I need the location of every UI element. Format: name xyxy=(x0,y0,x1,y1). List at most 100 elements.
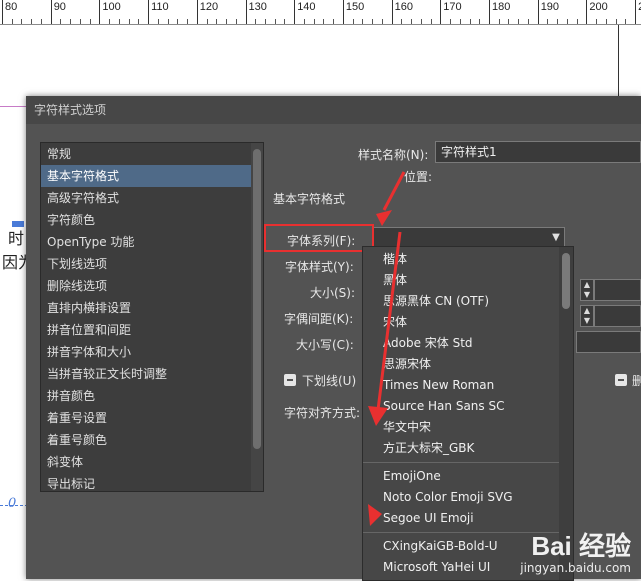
leading-input[interactable] xyxy=(594,279,641,301)
ruler-label: 190 xyxy=(540,1,560,13)
size-stepper[interactable]: ▲ ▼ xyxy=(580,279,594,301)
ruler-label: 170 xyxy=(443,1,462,13)
dialog-title: 字符样式选项 xyxy=(34,103,107,117)
ruler-label: 110 xyxy=(151,1,169,13)
ruler-minor-tick xyxy=(566,19,568,24)
category-item[interactable]: 着重号颜色 xyxy=(41,429,263,451)
baidu-logo: Bai 经验 xyxy=(531,531,631,561)
position-select[interactable] xyxy=(576,331,641,353)
scrollbar-thumb[interactable] xyxy=(253,149,261,449)
ruler-minor-tick xyxy=(508,19,510,24)
ruler-minor-tick xyxy=(498,19,500,24)
ruler-minor-tick xyxy=(206,19,208,24)
chevron-down-icon[interactable]: ▼ xyxy=(548,228,564,248)
font-option[interactable]: EmojiOne xyxy=(363,466,573,487)
ruler-label: 120 xyxy=(199,1,219,13)
ruler-label: 90 xyxy=(53,1,66,13)
ruler-minor-tick xyxy=(89,19,91,24)
category-item[interactable]: 常规 xyxy=(41,143,263,165)
ruler-minor-tick xyxy=(362,19,364,24)
ruler-minor-tick xyxy=(187,19,189,24)
ruler-minor-tick xyxy=(274,19,276,24)
font-style-label: 字体样式(Y): xyxy=(285,260,354,274)
annotation-arrow-1 xyxy=(376,171,406,226)
ruler-minor-tick xyxy=(323,19,325,24)
dialog-title-bar[interactable]: 字符样式选项 xyxy=(26,96,641,124)
ruler-minor-tick xyxy=(333,19,335,24)
category-item[interactable]: 当拼音较正文长时调整 xyxy=(41,363,263,385)
strikethrough-checkbox[interactable] xyxy=(615,374,627,386)
ruler-minor-tick xyxy=(79,19,81,24)
kerning-label: 字偶间距(K): xyxy=(284,312,354,326)
baidu-watermark: Bai 经验 jingyan.baidu.com xyxy=(520,526,631,575)
category-item[interactable]: 拼音字体和大小 xyxy=(41,341,263,363)
category-item[interactable]: 斜变体 xyxy=(41,451,263,473)
ruler-major-tick xyxy=(489,0,490,24)
ruler-minor-tick xyxy=(605,19,607,24)
ruler-minor-tick xyxy=(557,19,559,24)
ruler-minor-tick xyxy=(60,19,62,24)
ruler-minor-tick xyxy=(226,19,228,24)
ruler-minor-tick xyxy=(11,19,13,24)
category-item[interactable]: 拼音颜色 xyxy=(41,385,263,407)
underline-checkbox[interactable] xyxy=(284,374,296,386)
tracking-stepper[interactable]: ▲ ▼ xyxy=(580,305,594,327)
tracking-input[interactable] xyxy=(594,305,641,327)
ruler-major-tick xyxy=(586,0,588,24)
watermark-url: jingyan.baidu.com xyxy=(520,561,631,575)
ruler-label: 100 xyxy=(102,1,121,13)
ruler-minor-tick xyxy=(40,19,42,24)
ruler-minor-tick xyxy=(264,19,266,24)
ruler-minor-tick xyxy=(459,19,461,24)
category-item[interactable]: 拼音位置和间距 xyxy=(41,319,263,341)
ruler-minor-tick xyxy=(167,19,169,24)
ruler-minor-tick xyxy=(518,19,520,24)
section-title: 基本字符格式 xyxy=(273,192,346,206)
category-item[interactable]: OpenType 功能 xyxy=(41,231,263,253)
ruler-minor-tick xyxy=(177,19,179,24)
ruler-label: 180 xyxy=(492,1,511,13)
ruler-label: 150 xyxy=(345,1,365,13)
ruler-minor-tick xyxy=(31,19,33,24)
ruler-minor-tick xyxy=(527,19,529,24)
ruler-label: 200 xyxy=(589,1,608,13)
ruler-major-tick xyxy=(294,0,296,24)
ruler-minor-tick xyxy=(216,19,218,24)
ruler-minor-tick xyxy=(255,19,257,24)
category-item[interactable]: 直排内横排设置 xyxy=(41,297,263,319)
ruler-major-tick xyxy=(196,0,198,24)
ruler-minor-tick xyxy=(479,19,481,24)
ruler-minor-tick xyxy=(372,19,374,24)
style-name-input[interactable]: 字符样式1 xyxy=(435,141,641,163)
dropdown-scrollbar-thumb[interactable] xyxy=(562,253,570,309)
category-item[interactable]: 基本字符格式 xyxy=(41,165,263,187)
ruler-minor-tick xyxy=(420,19,422,24)
ruler-minor-tick xyxy=(303,19,305,24)
ruler-minor-tick xyxy=(70,19,72,24)
category-item[interactable]: 高级字符格式 xyxy=(41,187,263,209)
category-list-scrollbar[interactable] xyxy=(251,143,263,491)
underline-label: 下划线(U) xyxy=(302,374,357,388)
ruler-minor-tick xyxy=(469,19,471,24)
category-item[interactable]: 下划线选项 xyxy=(41,253,263,275)
category-list[interactable]: 常规 基本字符格式 高级字符格式 字符颜色 OpenType 功能 下划线选项 删除线选项直… xyxy=(40,142,264,492)
ruler-minor-tick xyxy=(118,19,120,24)
category-item[interactable]: 字符颜色 xyxy=(41,209,263,231)
category-item[interactable]: 着重号设置 xyxy=(41,407,263,429)
category-item[interactable]: 删除线选项 xyxy=(41,275,263,297)
ruler-minor-tick xyxy=(352,19,354,24)
ruler-major-tick xyxy=(99,0,101,24)
size-label: 大小(S): xyxy=(310,286,356,300)
ruler-label: 140 xyxy=(297,1,316,13)
ruler-minor-tick xyxy=(109,19,111,24)
font-option[interactable]: Noto Color Emoji SVG xyxy=(363,487,573,508)
ruler-minor-tick xyxy=(401,19,403,24)
style-name-label: 样式名称(N): xyxy=(358,148,429,162)
ruler-major-tick xyxy=(148,0,150,24)
anchor-glyph: 0 xyxy=(8,496,17,511)
ruler-minor-tick xyxy=(450,19,452,24)
dropdown-separator xyxy=(363,462,573,463)
ruler-minor-tick xyxy=(21,19,23,24)
font-option[interactable]: 方正大标宋_GBK xyxy=(363,438,573,459)
category-item[interactable]: 导出标记 xyxy=(41,473,263,495)
